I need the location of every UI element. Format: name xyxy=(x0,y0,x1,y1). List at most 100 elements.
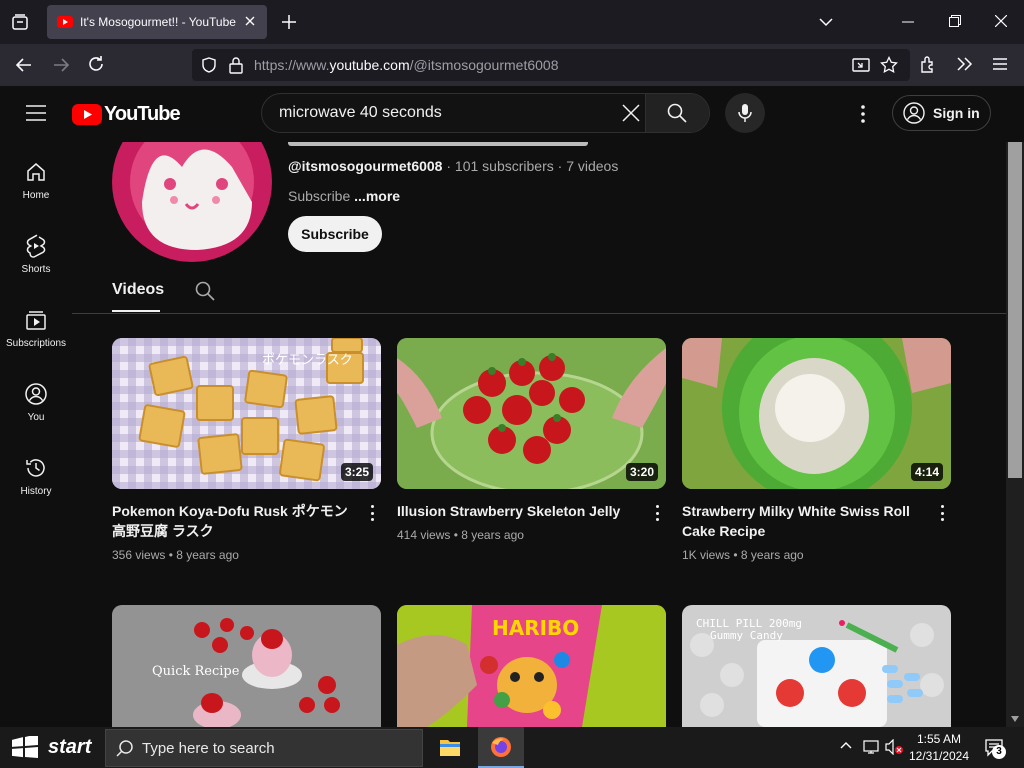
video-duration: 4:14 xyxy=(910,463,943,481)
voice-search-button[interactable] xyxy=(725,93,765,133)
video-title[interactable]: Illusion Strawberry Skeleton Jelly xyxy=(397,501,642,521)
shield-icon[interactable] xyxy=(200,56,218,74)
sidebar-item-label: You xyxy=(27,412,45,423)
you-icon xyxy=(25,383,47,405)
channel-handle: @itsmosogourmet6008 xyxy=(288,158,443,174)
microphone-icon xyxy=(738,103,752,123)
show-hidden-icons-chevron-icon[interactable] xyxy=(840,741,852,749)
video-title[interactable]: Pokemon Koya-Dofu Rusk ポケモン 高野豆腐 ラスク xyxy=(112,501,357,541)
video-thumbnail[interactable]: HARIBO xyxy=(397,605,666,727)
home-icon xyxy=(27,163,45,181)
tab-title: It's Mosogourmet!! - YouTube xyxy=(80,15,236,29)
sidebar-item-label: Home xyxy=(22,190,50,201)
video-duration: 3:25 xyxy=(340,463,373,481)
search-icon xyxy=(667,103,687,123)
tab-active-underline xyxy=(112,310,160,312)
sidebar-item-you[interactable]: You xyxy=(0,364,72,438)
taskbar-search-placeholder: Type here to search xyxy=(142,739,275,757)
browser-tab-bar: It's Mosogourmet!! - YouTube xyxy=(0,0,1024,44)
network-icon[interactable] xyxy=(863,739,879,755)
video-menu-icon[interactable] xyxy=(371,505,375,521)
channel-avatar[interactable] xyxy=(112,142,272,262)
more-settings-icon[interactable] xyxy=(861,105,865,123)
picture-in-picture-icon[interactable] xyxy=(852,56,870,74)
sidebar-item-subscriptions[interactable]: Subscriptions xyxy=(0,290,72,364)
clock-time: 1:55 AM xyxy=(916,732,962,746)
taskbar-clock[interactable]: 1:55 AM 12/31/2024 xyxy=(906,731,972,765)
clear-search-icon[interactable] xyxy=(622,104,640,122)
firefox-taskbar-button[interactable] xyxy=(478,727,524,768)
extensions-icon[interactable] xyxy=(919,55,937,73)
youtube-play-icon xyxy=(72,104,102,125)
close-window-icon[interactable] xyxy=(995,15,1007,27)
youtube-logo[interactable]: YouTube xyxy=(72,103,181,126)
video-meta: 1K views • 8 years ago xyxy=(682,548,804,562)
youtube-logo-text: YouTube xyxy=(104,103,181,125)
more-link[interactable]: ...more xyxy=(350,188,400,204)
forward-arrow-icon[interactable] xyxy=(52,56,70,74)
thumb-overlay-text: ポケモンラスク xyxy=(262,353,353,368)
channel-stats: · 101 subscribers · 7 videos xyxy=(442,158,619,174)
windows-logo-icon xyxy=(12,735,38,758)
sidebar-item-label: Subscriptions xyxy=(5,338,67,349)
back-arrow-icon[interactable] xyxy=(15,56,33,74)
app-menu-icon[interactable] xyxy=(992,57,1008,71)
scrollbar-thumb[interactable] xyxy=(1008,142,1022,478)
account-circle-icon xyxy=(903,102,925,124)
history-icon xyxy=(26,459,45,477)
new-tab-icon[interactable] xyxy=(281,14,297,30)
thumb-overlay-text: Gummy Candy xyxy=(710,629,783,642)
video-thumbnail[interactable]: Quick Recipe xyxy=(112,605,381,727)
scroll-down-arrow-icon[interactable] xyxy=(1011,716,1019,722)
thumb-overlay-text: Quick Recipe xyxy=(152,664,240,679)
search-box[interactable]: microwave 40 seconds xyxy=(261,93,710,133)
video-thumbnail[interactable]: 3:20 xyxy=(397,338,666,489)
sidebar-item-history[interactable]: History xyxy=(0,438,72,512)
youtube-favicon-icon xyxy=(57,16,73,28)
video-thumbnail[interactable]: 4:14 xyxy=(682,338,951,489)
file-explorer-icon[interactable] xyxy=(438,735,462,759)
thumb-overlay-text: HARIBO xyxy=(492,616,579,640)
reload-icon[interactable] xyxy=(87,55,105,73)
tab-divider xyxy=(72,313,1006,314)
search-button[interactable] xyxy=(645,94,709,132)
video-menu-icon[interactable] xyxy=(941,505,945,521)
volume-muted-icon[interactable] xyxy=(884,739,904,755)
channel-name-clipped xyxy=(288,142,588,148)
minimize-icon[interactable] xyxy=(902,21,914,23)
video-meta: 414 views • 8 years ago xyxy=(397,528,524,542)
page-scrollbar[interactable] xyxy=(1006,142,1024,727)
video-thumbnail[interactable]: ポケモンラスク 3:25 xyxy=(112,338,381,489)
youtube-sidebar: Home Shorts Subscriptions You History xyxy=(0,142,72,727)
restore-icon[interactable] xyxy=(949,15,961,27)
video-duration: 3:20 xyxy=(625,463,658,481)
sign-in-button[interactable]: Sign in xyxy=(892,95,991,131)
start-button[interactable]: start xyxy=(0,727,104,768)
video-title[interactable]: Strawberry Milky White Swiss Roll Cake R… xyxy=(682,501,927,541)
browser-tab-active[interactable]: It's Mosogourmet!! - YouTube xyxy=(47,5,267,39)
url-text[interactable]: https://www.youtube.com/@itsmosogourmet6… xyxy=(254,57,558,73)
hamburger-menu-icon[interactable] xyxy=(26,105,46,121)
sidebar-item-label: Shorts xyxy=(21,264,51,275)
tab-videos[interactable]: Videos xyxy=(112,281,164,299)
video-thumbnail[interactable]: CHILL PILL 200mg Gummy Candy xyxy=(682,605,951,727)
channel-description[interactable]: Subscribe ...more xyxy=(288,188,400,204)
video-menu-icon[interactable] xyxy=(656,505,660,521)
taskbar-search-box[interactable]: Type here to search xyxy=(105,729,423,767)
overflow-chevrons-icon[interactable] xyxy=(955,56,973,72)
url-bar[interactable]: https://www.youtube.com/@itsmosogourmet6… xyxy=(192,49,910,81)
firefox-icon xyxy=(489,735,513,759)
list-tabs-chevron-icon[interactable] xyxy=(818,15,834,29)
bookmark-star-icon[interactable] xyxy=(880,56,898,74)
start-label: start xyxy=(48,736,92,758)
close-tab-icon[interactable] xyxy=(242,13,258,29)
sidebar-item-shorts[interactable]: Shorts xyxy=(0,216,72,290)
lock-icon[interactable] xyxy=(228,56,244,74)
subscribe-button[interactable]: Subscribe xyxy=(288,216,382,252)
channel-search-icon[interactable] xyxy=(195,281,215,301)
youtube-header: YouTube microwave 40 seconds Sign in xyxy=(0,86,1024,142)
search-input[interactable]: microwave 40 seconds xyxy=(279,104,442,122)
notifications-icon[interactable]: 3 xyxy=(984,737,1006,759)
sidebar-item-home[interactable]: Home xyxy=(0,142,72,216)
tab-overview-icon[interactable] xyxy=(11,13,29,31)
